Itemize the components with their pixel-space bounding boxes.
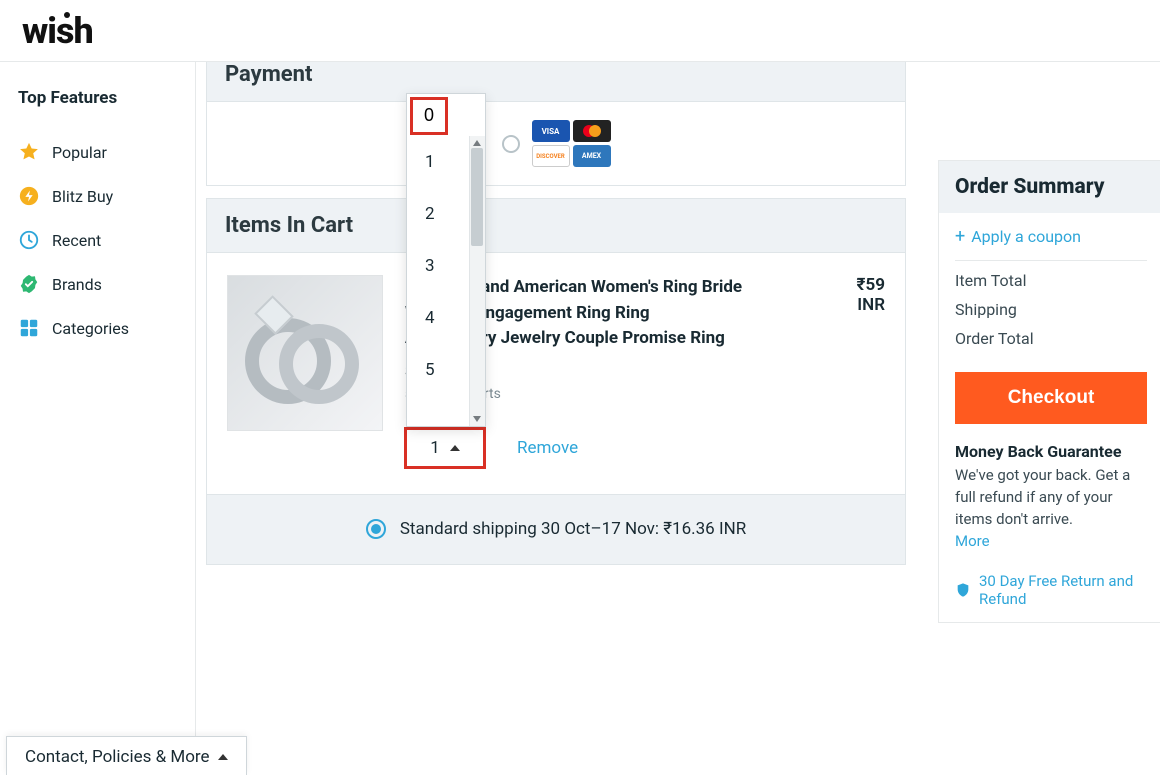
checkout-label: Checkout <box>1008 387 1095 409</box>
order-summary-heading: Order Summary <box>939 161 1160 213</box>
mastercard-logo <box>573 120 611 142</box>
star-icon <box>18 141 40 163</box>
item-total-label: Item Total <box>955 271 1147 290</box>
money-back-title: Money Back Guarantee <box>955 442 1147 461</box>
quantity-input[interactable] <box>413 100 445 132</box>
shipping-option-row[interactable]: Standard shipping 30 Oct–17 Nov: ₹16.36 … <box>206 495 906 565</box>
clock-icon <box>18 229 40 251</box>
shield-icon <box>955 581 971 599</box>
price-value: ₹59 <box>857 275 885 295</box>
money-back-text: We've got your back. Get a full refund i… <box>955 465 1147 530</box>
order-total-label: Order Total <box>955 329 1147 348</box>
verified-icon <box>18 273 40 295</box>
sidebar-item-label: Categories <box>52 319 129 338</box>
chevron-up-icon <box>218 754 228 760</box>
sidebar-item-recent[interactable]: Recent <box>18 218 177 262</box>
cart-items-panel: European and American Women's Ring Bride… <box>206 252 906 495</box>
grid-icon <box>18 317 40 339</box>
sidebar-item-label: Blitz Buy <box>52 187 113 206</box>
scroll-up-icon[interactable] <box>473 138 481 146</box>
quantity-value: 1 <box>430 438 440 458</box>
checkout-button[interactable]: Checkout <box>955 372 1147 424</box>
product-info: European and American Women's Ring Bride… <box>405 275 885 468</box>
discover-logo: DISCOVER <box>532 145 570 167</box>
sidebar-item-label: Recent <box>52 231 101 250</box>
plus-icon: + <box>955 228 965 246</box>
logo-dot <box>64 12 70 18</box>
top-bar: wish <box>0 0 1160 62</box>
sidebar-item-brands[interactable]: Brands <box>18 262 177 306</box>
price-currency: INR <box>857 295 885 315</box>
scrollbar-thumb[interactable] <box>471 148 483 246</box>
order-summary-panel: Order Summary + Apply a coupon Item Tota… <box>938 160 1160 623</box>
product-thumbnail[interactable] <box>227 275 383 431</box>
scrollbar-track[interactable] <box>469 136 485 426</box>
remove-item-link[interactable]: Remove <box>517 438 578 458</box>
cart-item-row: European and American Women's Ring Bride… <box>227 275 885 468</box>
quantity-options-scroll[interactable]: 1 2 3 4 5 <box>407 136 485 426</box>
shipping-label: Standard shipping 30 Oct–17 Nov: ₹16.36 … <box>400 519 746 539</box>
footer-policies-label: Contact, Policies & More <box>25 747 210 767</box>
coin-icon <box>18 185 40 207</box>
items-in-cart-heading: Items In Cart <box>206 198 906 252</box>
footer-policies-toggle[interactable]: Contact, Policies & More <box>6 736 247 775</box>
payment-method-option[interactable]: VISA DISCOVER AMEX <box>206 101 906 186</box>
sidebar-item-categories[interactable]: Categories <box>18 306 177 350</box>
amex-logo: AMEX <box>573 145 611 167</box>
sidebar: Top Features Popular Blitz Buy Recent Br… <box>0 62 196 775</box>
radio-selected-icon[interactable] <box>366 519 386 539</box>
visa-logo: VISA <box>532 120 570 142</box>
quantity-select[interactable]: 1 1 2 3 <box>405 428 485 468</box>
shipping-total-label: Shipping <box>955 300 1147 319</box>
caret-up-icon <box>450 445 460 451</box>
return-policy-link[interactable]: 30 Day Free Return and Refund <box>955 572 1147 608</box>
sidebar-item-label: Brands <box>52 275 102 294</box>
logo-text: wish <box>22 10 93 52</box>
more-link[interactable]: More <box>955 532 990 550</box>
apply-coupon-link[interactable]: + Apply a coupon <box>955 227 1147 261</box>
quantity-dropdown: 1 2 3 4 5 <box>406 93 486 427</box>
radio-unselected-icon[interactable] <box>502 135 520 153</box>
sidebar-item-popular[interactable]: Popular <box>18 130 177 174</box>
payment-heading: Payment <box>206 62 906 101</box>
return-policy-label: 30 Day Free Return and Refund <box>979 572 1147 608</box>
scroll-down-icon[interactable] <box>473 416 481 424</box>
ring-image <box>245 298 365 408</box>
product-price: ₹59 INR <box>857 275 885 315</box>
sidebar-item-label: Popular <box>52 143 107 162</box>
sidebar-heading: Top Features <box>18 88 177 108</box>
wish-logo[interactable]: wish <box>22 10 93 52</box>
credit-card-logos: VISA DISCOVER AMEX <box>532 120 611 167</box>
sidebar-item-blitz-buy[interactable]: Blitz Buy <box>18 174 177 218</box>
apply-coupon-label: Apply a coupon <box>971 227 1081 246</box>
